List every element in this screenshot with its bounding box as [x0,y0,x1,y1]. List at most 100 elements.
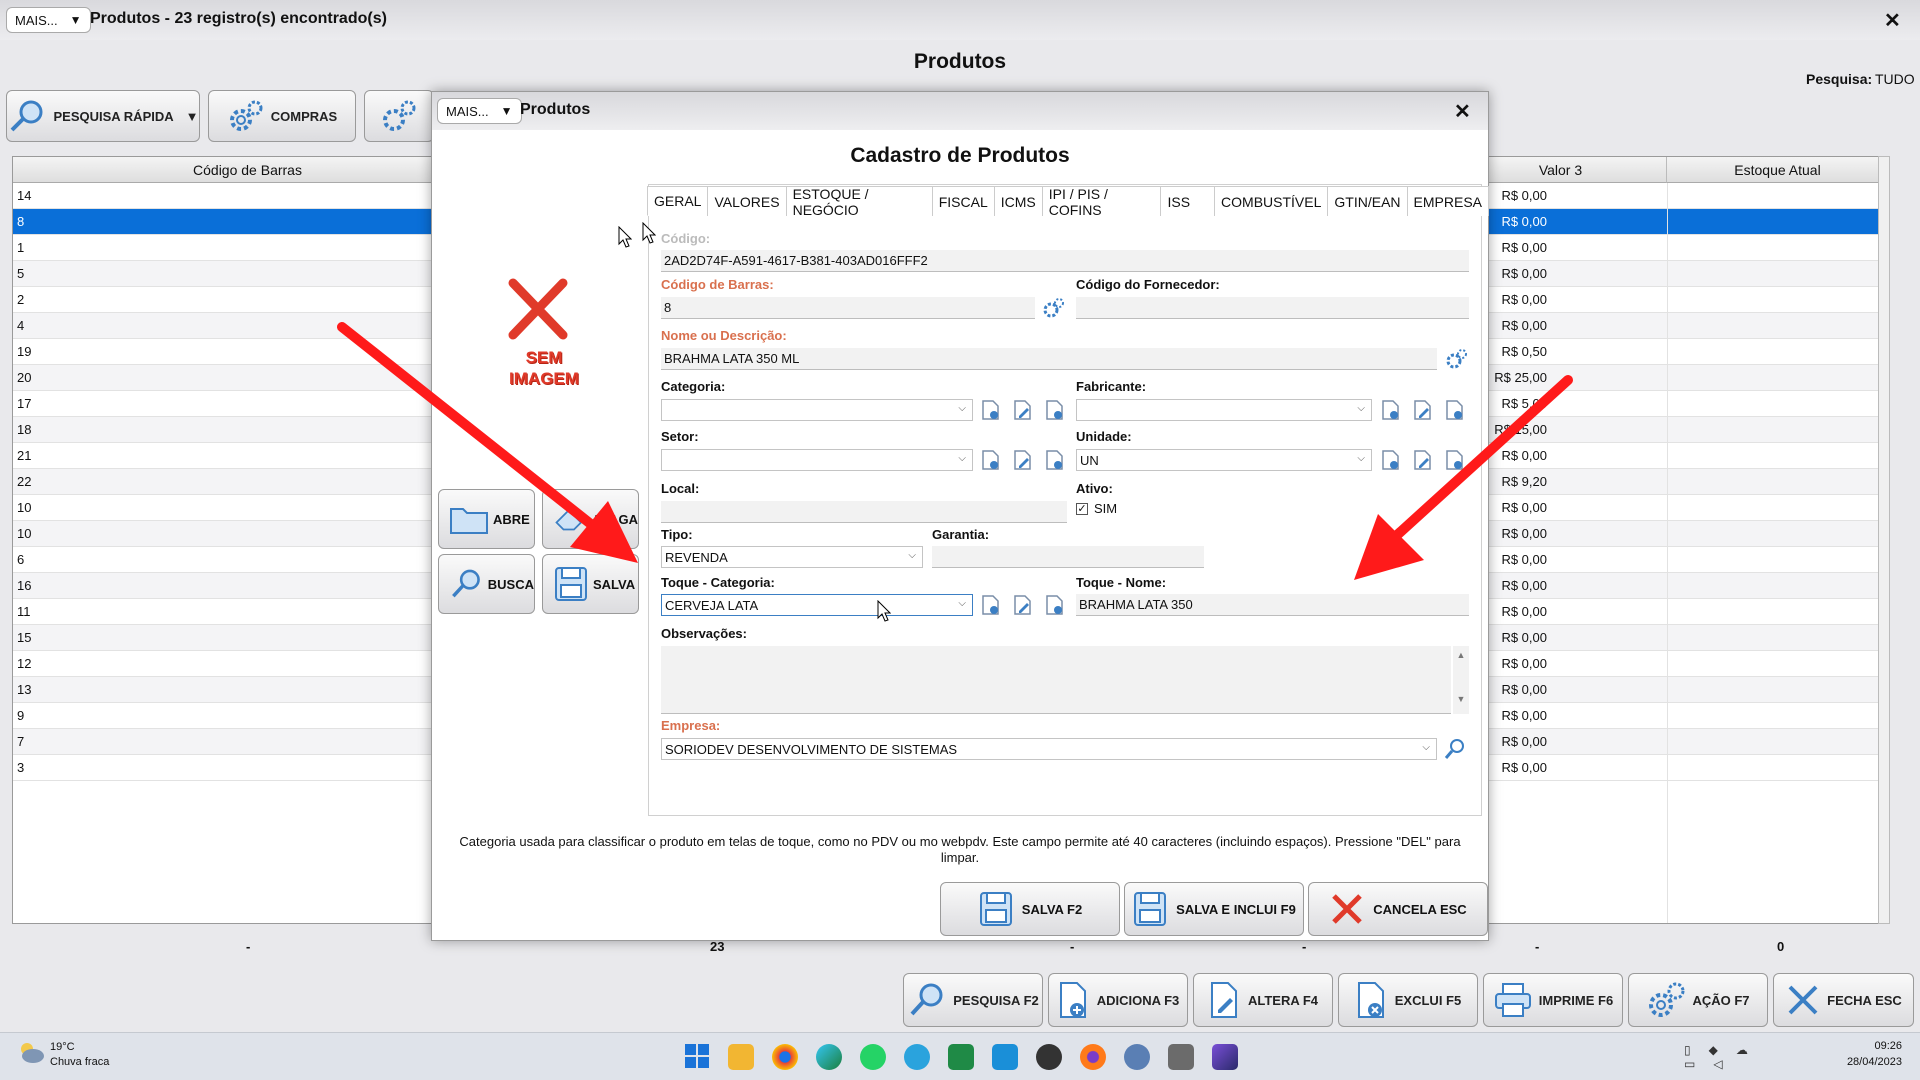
warranty-field[interactable] [932,546,1204,568]
active-label: Ativo: [1076,481,1113,496]
gear-icon[interactable] [1445,348,1467,370]
app-icon[interactable] [1168,1044,1194,1070]
notes-textarea[interactable] [661,646,1451,714]
save-f2-button[interactable]: SALVA F2 [940,882,1120,936]
add-document-icon[interactable] [1380,449,1402,471]
pesquisa-f2-label: PESQUISA F2 [953,992,1039,1008]
delete-document-icon[interactable] [1444,399,1466,421]
mais-dropdown-button[interactable]: MAIS... ▼ [6,7,91,33]
cell-valor3: R$ 0,00 [1501,682,1547,697]
acao-f7-button[interactable]: AÇÃO F7 [1628,973,1768,1027]
tab-combustivel[interactable]: COMBUSTÍVEL [1214,186,1329,216]
windows-start-icon[interactable] [684,1043,710,1069]
add-document-icon[interactable] [980,399,1002,421]
chevron-down-icon: ⌵ [1357,403,1365,414]
caret-down-icon: ▼ [185,108,199,124]
edit-document-icon[interactable] [1012,449,1034,471]
save-image-button[interactable]: SALVA [542,554,639,614]
edge-icon[interactable] [816,1044,842,1070]
compras-button[interactable]: COMPRAS [208,90,356,142]
chrome-icon[interactable] [772,1044,798,1070]
search-image-button[interactable]: BUSCA [438,554,535,614]
pesquisa-f2-button[interactable]: PESQUISA F2 [903,973,1043,1027]
delete-document-icon[interactable] [1044,399,1066,421]
spreadsheet-icon[interactable] [948,1044,974,1070]
firefox-icon[interactable] [1080,1044,1106,1070]
tab-empresa[interactable]: EMPRESA [1406,186,1489,216]
tab-valores[interactable]: VALORES [707,186,787,216]
app-icon[interactable] [1212,1044,1238,1070]
codigo-field: 2AD2D74F-A591-4617-B381-403AD016FFF2 [661,250,1469,272]
mais-dropdown-button[interactable]: MAIS... ▼ [437,98,522,124]
touch-category-select[interactable]: CERVEJA LATA ⌵ [661,594,973,616]
touch-name-field[interactable]: BRAHMA LATA 350 [1076,594,1469,616]
tab-icms[interactable]: ICMS [993,186,1043,216]
edit-document-icon[interactable] [1012,594,1034,616]
grid-scrollbar[interactable] [1878,156,1890,924]
whatsapp-icon[interactable] [860,1044,886,1070]
category-select[interactable]: ⌵ [661,399,973,421]
cancel-esc-button[interactable]: CANCELA ESC [1308,882,1488,936]
barcode-field[interactable]: 8 [661,297,1035,319]
edit-document-icon[interactable] [1412,399,1434,421]
compras-label: COMPRAS [270,108,338,124]
add-document-icon[interactable] [1380,399,1402,421]
floppy-disk-icon [1134,892,1167,926]
cell-barcode: 10 [17,500,32,515]
file-explorer-icon[interactable] [728,1044,754,1070]
no-image-line2: IMAGEM [509,369,579,388]
edit-document-icon[interactable] [1012,399,1034,421]
fecha-esc-label: FECHA ESC [1827,992,1902,1008]
exclui-f5-button[interactable]: EXCLUI F5 [1338,973,1478,1027]
clock-time[interactable]: 09:26 [1830,1040,1902,1052]
manufacturer-select[interactable]: ⌵ [1076,399,1372,421]
altera-f4-button[interactable]: ALTERA F4 [1193,973,1333,1027]
close-icon[interactable]: ✕ [1884,8,1901,33]
tab-iss[interactable]: ISS [1160,186,1216,216]
add-document-icon[interactable] [980,449,1002,471]
fecha-esc-button[interactable]: FECHA ESC [1773,973,1914,1027]
clock-date[interactable]: 28/04/2023 [1830,1056,1902,1068]
sector-select[interactable]: ⌵ [661,449,973,471]
tab-estoque-negocio[interactable]: ESTOQUE / NEGÓCIO [785,186,933,218]
app-icon[interactable] [992,1044,1018,1070]
delete-document-icon[interactable] [1044,449,1066,471]
location-field[interactable] [661,501,1067,523]
unit-select[interactable]: UN ⌵ [1076,449,1372,471]
open-image-button[interactable]: ABRE [438,489,535,549]
cell-valor3: R$ 15,00 [1494,422,1547,437]
edit-document-icon[interactable] [1412,449,1434,471]
tab-gtin-ean[interactable]: GTIN/EAN [1327,186,1408,216]
manufacturer-label: Fabricante: [1076,379,1147,394]
magnifier-icon[interactable] [1444,738,1466,760]
system-tray-icons[interactable]: ▯◆☁▭◁ [1684,1043,1804,1071]
settings-icon[interactable] [1124,1044,1150,1070]
delete-document-icon[interactable] [1044,594,1066,616]
app-icon[interactable] [1036,1044,1062,1070]
supplier-code-field[interactable] [1076,297,1469,319]
company-select[interactable]: SORIODEV DESENVOLVIMENTO DE SISTEMAS ⌵ [661,738,1437,760]
telegram-icon[interactable] [904,1044,930,1070]
cell-valor3: R$ 0,00 [1501,604,1547,619]
gear-icon[interactable] [1042,297,1064,319]
add-document-icon[interactable] [980,594,1002,616]
column-header-barcode[interactable]: Código de Barras [13,157,483,183]
cell-valor3: R$ 9,20 [1501,474,1547,489]
quick-search-button[interactable]: PESQUISA RÁPIDA ▼ [6,90,200,142]
tab-fiscal[interactable]: FISCAL [931,186,995,216]
tab-ipi-pis-cofins[interactable]: IPI / PIS / COFINS [1041,186,1162,218]
save-and-add-f9-button[interactable]: SALVA E INCLUI F9 [1124,882,1304,936]
delete-image-button[interactable]: APAGA [542,489,639,549]
name-field[interactable]: BRAHMA LATA 350 ML [661,348,1437,370]
column-header-estoque[interactable]: Estoque Atual [1667,157,1889,183]
delete-document-icon[interactable] [1444,449,1466,471]
notes-scrollbar[interactable]: ▲ ▼ [1453,646,1469,714]
close-icon[interactable]: ✕ [1454,99,1471,124]
imprime-f6-button[interactable]: IMPRIME F6 [1483,973,1623,1027]
active-checkbox[interactable]: ✓ [1076,503,1088,515]
tab-geral[interactable]: GERAL [647,186,709,216]
extra-tool-button[interactable] [364,90,434,142]
adiciona-f3-button[interactable]: ADICIONA F3 [1048,973,1188,1027]
type-select[interactable]: REVENDA ⌵ [661,546,923,568]
eraser-icon [555,509,583,531]
